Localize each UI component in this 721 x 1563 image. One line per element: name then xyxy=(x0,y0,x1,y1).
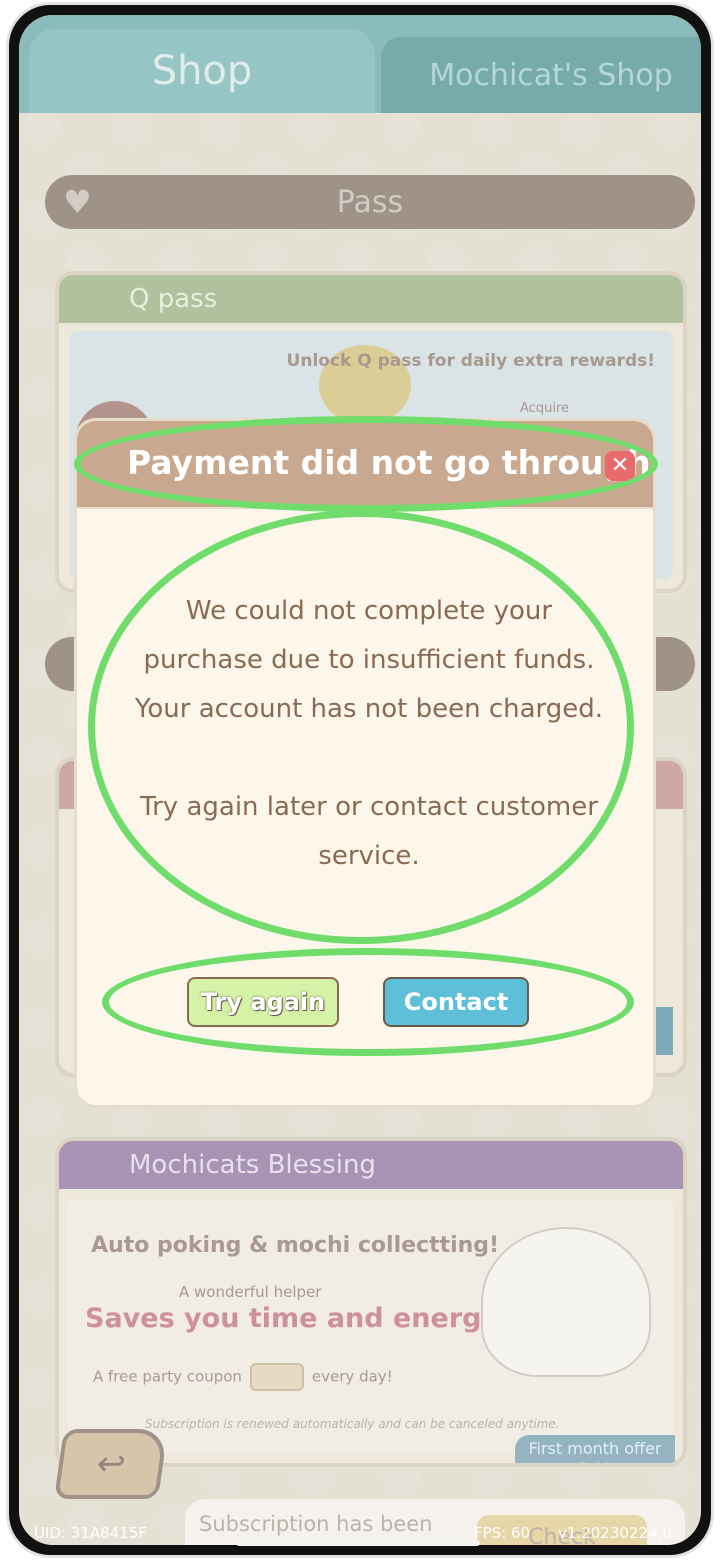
dialog-message-1: We could not complete your purchase due … xyxy=(134,596,604,724)
dialog-message-2: Try again later or contact customer serv… xyxy=(140,792,598,871)
fps-label: FPS: 60 xyxy=(474,1524,531,1542)
dialog-title: Payment did not go through xyxy=(127,443,651,482)
uid-label: UID: 31A8415F xyxy=(34,1524,147,1542)
payment-failed-dialog: Payment did not go through ✕ We could no… xyxy=(74,418,656,1108)
version-label: v1.20230224.0 xyxy=(558,1524,672,1542)
try-again-button[interactable]: Try again xyxy=(187,977,339,1027)
contact-button[interactable]: Contact xyxy=(383,977,529,1027)
dialog-header: Payment did not go through ✕ xyxy=(77,421,653,509)
home-indicator[interactable] xyxy=(236,1540,480,1546)
dialog-message: We could not complete your purchase due … xyxy=(131,587,607,881)
close-icon[interactable]: ✕ xyxy=(605,451,635,481)
